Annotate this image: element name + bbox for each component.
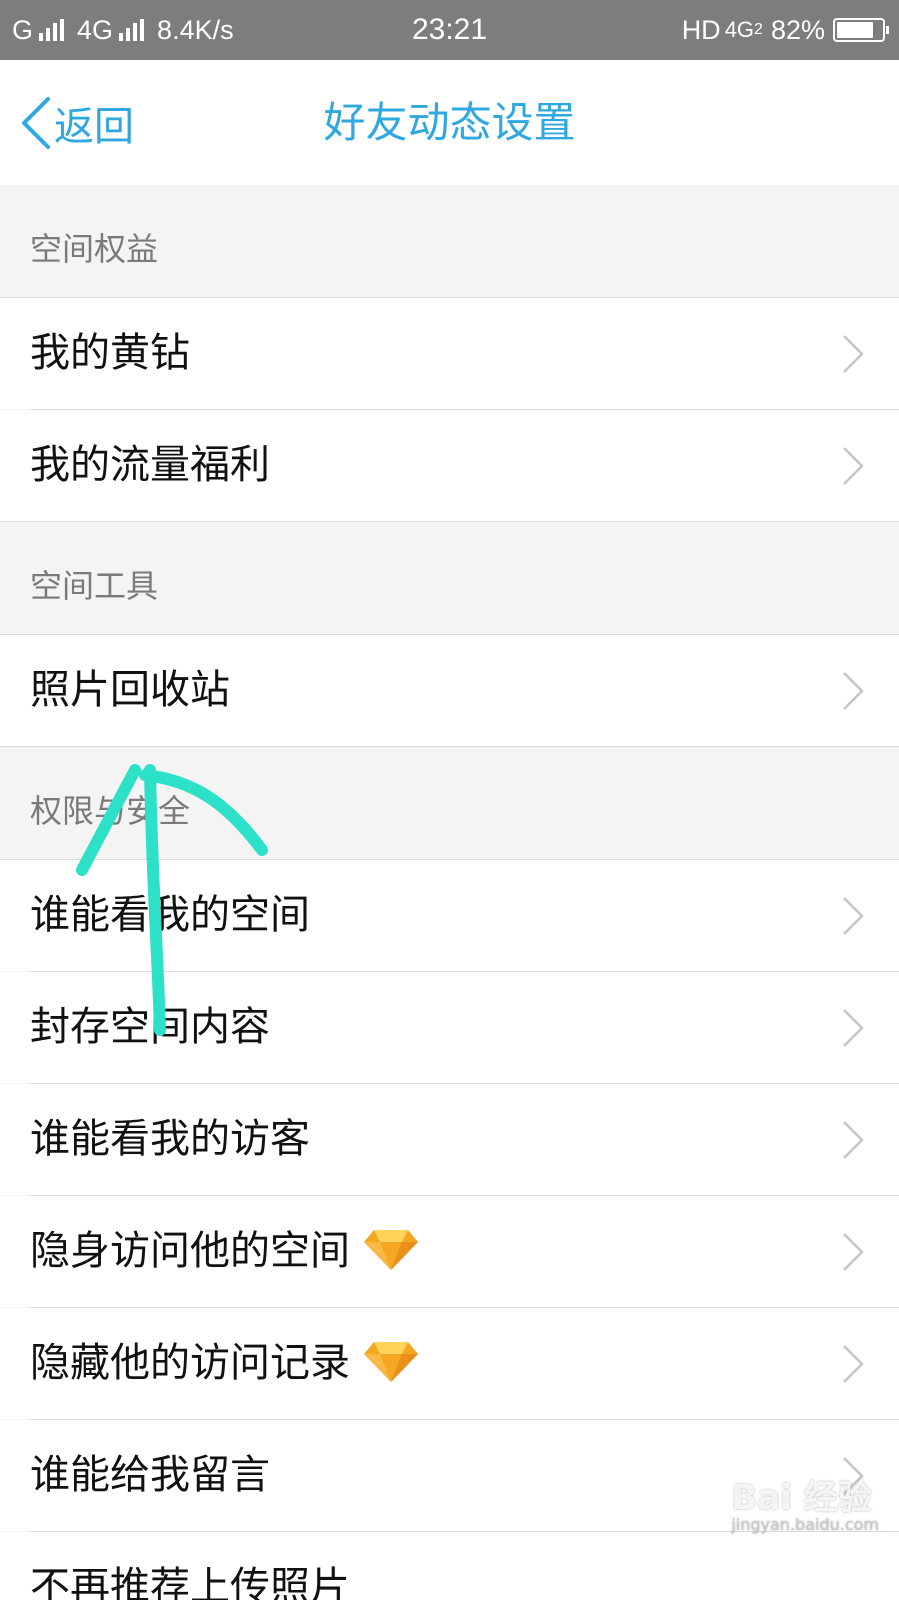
list-item-photo-recycle[interactable]: 照片回收站 <box>0 635 899 746</box>
diamond-icon <box>364 1342 418 1382</box>
list-item-text: 隐藏他的访问记录 <box>30 1340 350 1386</box>
diamond-icon <box>364 1230 418 1270</box>
list-item-stop-recommend-upload[interactable]: 不再推荐上传照片 <box>0 1532 899 1600</box>
status-right: HD 4G 2 82% <box>681 0 889 60</box>
watermark-url: jingyan.baidu.com <box>731 1515 879 1534</box>
list-item-stealth-visit[interactable]: 隐身访问他的空间 <box>0 1196 899 1307</box>
chevron-right-icon <box>843 897 864 935</box>
list-item-yellow-diamond[interactable]: 我的黄钻 <box>0 298 899 409</box>
chevron-right-icon <box>843 1233 864 1271</box>
list-item-label: 照片回收站 <box>30 667 230 713</box>
list-item-label: 封存空间内容 <box>30 1004 270 1050</box>
list-item-label: 我的流量福利 <box>30 442 270 488</box>
list-item-hide-visit-record[interactable]: 隐藏他的访问记录 <box>0 1308 899 1419</box>
list-item-data-benefits[interactable]: 我的流量福利 <box>0 410 899 521</box>
list-item-label: 谁能看我的访客 <box>30 1116 310 1162</box>
status-bar: G 4G 8.4K/s 23:21 HD 4G 2 82% <box>0 0 899 60</box>
battery-icon <box>833 18 889 42</box>
hd-indicator: HD <box>681 14 721 45</box>
list-item-who-can-view-visitors[interactable]: 谁能看我的访客 <box>0 1084 899 1195</box>
section-title: 空间权益 <box>30 230 159 268</box>
list-item-seal-content[interactable]: 封存空间内容 <box>0 972 899 1083</box>
section-header-tools: 空间工具 <box>0 522 899 635</box>
list-item-text: 隐身访问他的空间 <box>30 1228 350 1274</box>
watermark-text: Bai 经验 <box>731 1478 872 1518</box>
chevron-right-icon <box>843 447 864 485</box>
chevron-right-icon <box>843 1345 864 1383</box>
nav-bar: 返回 好友动态设置 <box>0 60 899 185</box>
chevron-right-icon <box>843 335 864 373</box>
section-header-security: 权限与安全 <box>0 747 899 860</box>
watermark-logo: Bai 经验 jingyan.baidu.com <box>731 1470 879 1534</box>
section-title: 权限与安全 <box>30 792 191 830</box>
page-title: 好友动态设置 <box>323 98 576 147</box>
section-header-rights: 空间权益 <box>0 185 899 298</box>
section-title: 空间工具 <box>30 567 159 605</box>
chevron-right-icon <box>843 672 864 710</box>
list-item-label: 隐藏他的访问记录 <box>30 1308 420 1419</box>
list-item-label: 隐身访问他的空间 <box>30 1196 420 1307</box>
list-item-label: 谁能给我留言 <box>30 1452 270 1498</box>
list-item-label: 不再推荐上传照片 <box>30 1564 350 1600</box>
list-item-label: 谁能看我的空间 <box>30 892 310 938</box>
network-type: 4G <box>724 17 755 42</box>
chevron-right-icon <box>843 1121 864 1159</box>
list-item-label: 我的黄钻 <box>30 330 190 376</box>
battery-percent: 82% <box>770 14 825 45</box>
chevron-right-icon <box>843 1009 864 1047</box>
list-item-who-can-view-space[interactable]: 谁能看我的空间 <box>0 860 899 971</box>
network-sub: 2 <box>754 21 763 38</box>
